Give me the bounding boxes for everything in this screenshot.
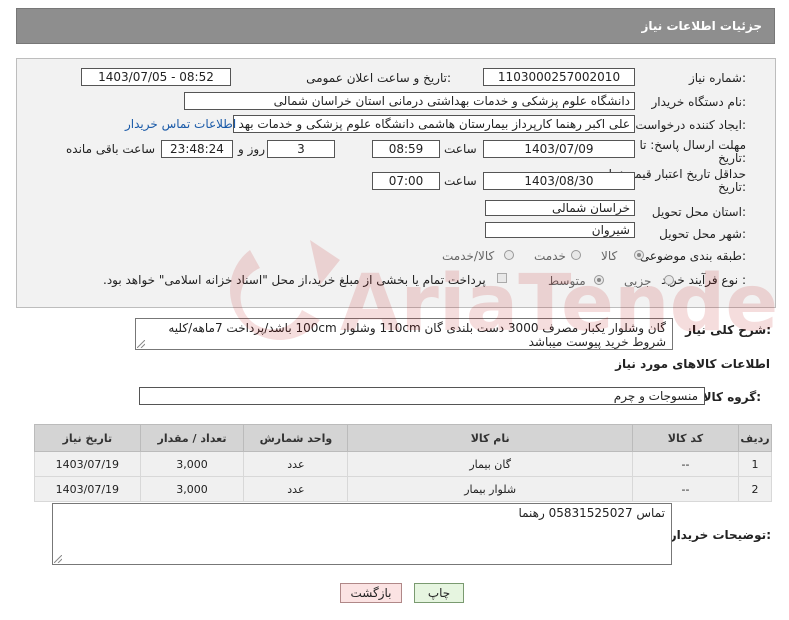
back-button[interactable]: بازگشت [340, 583, 402, 603]
table-row: 2 -- شلوار بیمار عدد 3,000 1403/07/19 [34, 476, 772, 502]
resize-handle-icon[interactable] [137, 340, 145, 348]
notes-field: تماس 05831525027 رهنما [52, 503, 672, 565]
treasury-checkbox[interactable] [497, 273, 507, 283]
row-date: 1403/07/19 [34, 476, 141, 502]
process-radio-minor[interactable] [664, 275, 674, 285]
description-field: گان وشلوار یکبار مصرف 3000 دست بلندی گان… [135, 318, 673, 350]
deadline-date-field: 1403/07/09 [483, 140, 635, 158]
col-name: نام کالا [347, 424, 633, 452]
category-option-goods-service: کالا/خدمت [442, 249, 495, 263]
row-unit: عدد [243, 451, 349, 477]
header-bar: جزئیات اطلاعات نیاز [16, 8, 775, 44]
row-unit: عدد [243, 476, 349, 502]
days-field: 3 [267, 140, 335, 158]
process-option-medium: متوسط [548, 274, 586, 288]
goods-section-title: اطلاعات کالاهای مورد نیاز [615, 357, 770, 371]
goods-table: ردیف کد کالا نام کالا واحد شمارش تعداد /… [34, 424, 772, 502]
province-label: استان محل تحویل: [651, 205, 746, 219]
goods-table-header: ردیف کد کالا نام کالا واحد شمارش تعداد /… [34, 424, 772, 452]
category-radio-goods-service[interactable] [504, 250, 514, 260]
remaining-time-field: 23:48:24 [161, 140, 233, 158]
category-label: طبقه بندی موضوعی: [639, 249, 746, 263]
row-date: 1403/07/19 [34, 451, 141, 477]
city-label: شهر محل تحویل: [659, 227, 746, 241]
col-index: ردیف [738, 424, 772, 452]
need-number-label: شماره نیاز: [688, 71, 746, 85]
category-option-goods: کالا [601, 249, 618, 263]
table-row: 1 -- گان بیمار عدد 3,000 1403/07/19 [34, 451, 772, 477]
deadline-time-field: 08:59 [372, 140, 440, 158]
row-code: -- [631, 476, 740, 502]
goods-group-label: گروه کالا: [702, 390, 761, 404]
buyer-org-field: دانشگاه علوم پزشکی و خدمات بهداشتی درمان… [184, 92, 635, 110]
col-date: تاریخ نیاز [34, 424, 141, 452]
days-label: روز و [238, 142, 265, 156]
resize-handle-icon[interactable] [54, 555, 62, 563]
description-label: شرح کلی نیاز: [685, 323, 771, 337]
deadline-label-2: تاریخ: [718, 151, 746, 165]
page: جزئیات اطلاعات نیاز شماره نیاز: 11030002… [0, 0, 789, 620]
notes-label: توضیحات خریدار: [669, 528, 771, 542]
category-radio-service[interactable] [571, 250, 581, 260]
need-number-field: 1103000257002010 [483, 68, 635, 86]
creator-field: علی اکبر رهنما کارپرداز بیمارستان هاشمی … [233, 115, 635, 133]
process-radio-medium[interactable] [594, 275, 604, 285]
remaining-label: ساعت باقی مانده [66, 142, 156, 156]
announce-label: تاریخ و ساعت اعلان عمومی: [306, 71, 451, 85]
province-field: خراسان شمالی [485, 200, 635, 216]
row-name: شلوار بیمار [347, 476, 633, 502]
validity-date-field: 1403/08/30 [483, 172, 635, 190]
process-option-minor: جزیی [624, 274, 652, 288]
validity-time-field: 07:00 [372, 172, 440, 190]
row-index: 2 [738, 476, 772, 502]
print-button[interactable]: چاپ [414, 583, 464, 603]
validity-label-2: تاریخ: [718, 180, 746, 194]
validity-time-label: ساعت [444, 174, 477, 188]
city-field: شیروان [485, 222, 635, 238]
row-qty: 3,000 [139, 451, 245, 477]
creator-label: ایجاد کننده درخواست: [635, 118, 746, 132]
row-name: گان بیمار [347, 451, 633, 477]
deadline-label-1: مهلت ارسال پاسخ: تا [639, 138, 746, 152]
col-code: کد کالا [631, 424, 740, 452]
category-radio-goods[interactable] [634, 250, 644, 260]
row-index: 1 [738, 451, 772, 477]
payment-note: پرداخت تمام یا بخشی از مبلغ خرید،از محل … [103, 273, 486, 287]
col-unit: واحد شمارش [243, 424, 349, 452]
category-option-service: خدمت [534, 249, 566, 263]
deadline-time-label: ساعت [444, 142, 477, 156]
announce-field: 1403/07/05 - 08:52 [81, 68, 231, 86]
buyer-contact-link[interactable]: اطلاعات تماس خریدار [125, 117, 236, 131]
buyer-org-label: نام دستگاه خریدار: [651, 95, 747, 109]
goods-group-field: منسوجات و چرم [139, 387, 705, 405]
row-qty: 3,000 [139, 476, 245, 502]
row-code: -- [631, 451, 740, 477]
page-title: جزئیات اطلاعات نیاز [641, 19, 762, 33]
col-qty: تعداد / مقدار [139, 424, 245, 452]
